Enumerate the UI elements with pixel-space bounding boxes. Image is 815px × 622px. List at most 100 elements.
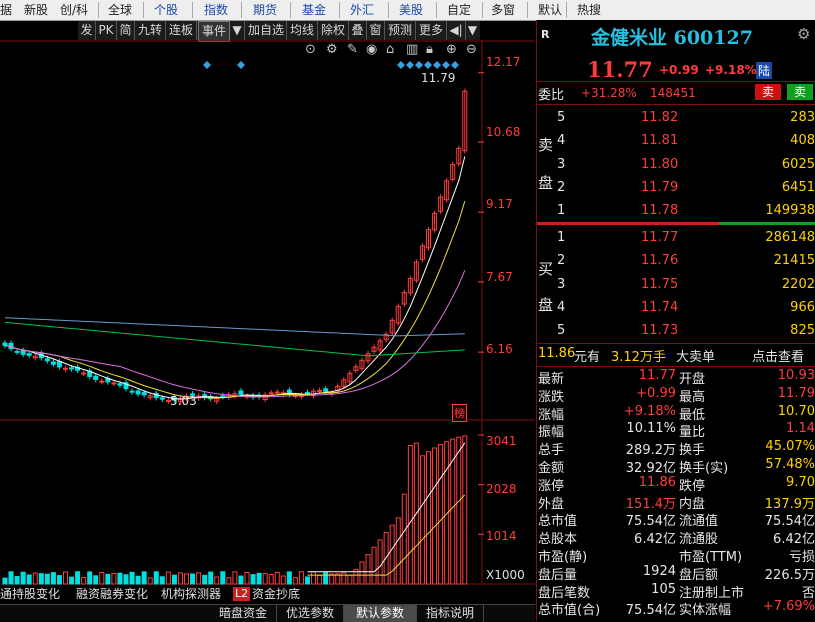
nav-item-chinext[interactable]: 创/科 [60,0,88,20]
bid-level: 1 [557,230,566,245]
ask-price[interactable]: 11.81 [641,133,678,148]
stat-label: 换手 [679,443,706,459]
bigorder-unit: 元有 [574,350,601,365]
volume-bar [250,574,256,585]
volume-bar [286,571,292,585]
tool-forecast[interactable]: 预测 [385,21,416,40]
ask-price[interactable]: 11.78 [641,203,678,218]
stat-value: 9.70 [786,474,815,490]
price-change-pct: +9.18% [705,63,757,77]
candle-body [141,392,147,396]
volume-bar [69,576,75,585]
stat-label: 盘后量 [538,567,578,583]
nav-item-default[interactable]: 默认 [538,0,562,20]
bid-price[interactable]: 11.73 [641,323,678,338]
stat-value: 6.42亿 [634,532,676,548]
ask-bid-ratio-red [537,222,719,225]
tab-shareholding-change[interactable]: 通持股变化 [0,585,60,603]
nav-item-hot-search[interactable]: 热搜 [577,0,601,20]
settings-gear-icon[interactable]: ⚙ [797,25,810,43]
stat-label: 最高 [679,389,706,405]
stat-value: 11.79 [777,385,815,401]
candle-body [274,391,280,394]
tool-window[interactable]: 窗 [367,21,385,40]
event-diamond-icon [433,61,441,69]
tool-simple[interactable]: 简 [117,21,135,40]
nav-item-us-stocks[interactable]: 美股 [399,0,423,20]
nav-item-stock[interactable]: 个股 [154,0,178,20]
volume-bar [26,574,32,585]
tool-limit-up[interactable]: 连板 [166,21,197,40]
volume-bar [214,576,220,585]
nav-item-ipo[interactable]: 新股 [24,0,48,20]
bid-price[interactable]: 11.75 [641,277,678,292]
weibi-value: 148451 [650,86,696,100]
default-params-button[interactable]: 默认参数 [344,605,417,622]
tool-overlay[interactable]: 叠 [349,21,367,40]
bid-volume: 21415 [773,253,815,269]
stat-value: +7.69% [762,599,815,615]
dark-pool-button[interactable]: 暗盘资金 [210,605,277,622]
event-diamond-icon [237,61,245,69]
nav-item-futures[interactable]: 期货 [253,0,277,20]
stat-value: 1924 [642,563,676,579]
nav-item-data[interactable]: 据 [0,0,12,20]
stat-value: 151.4万 [625,496,676,512]
stat-value: +9.18% [623,403,676,419]
tool-moving-avg[interactable]: 均线 [287,21,318,40]
volume-bar [56,575,62,585]
tool-add-watchlist[interactable]: 加自选 [246,21,287,40]
volume-bar [232,571,238,585]
nav-item-custom[interactable]: 自定 [447,0,471,20]
corner-tag[interactable]: 榜 [452,404,467,422]
hk-connect-badge: 陆 [756,62,773,79]
volume-unit-label: X1000 [486,568,525,582]
volume-bar [244,571,250,585]
bid-volume: 286148 [765,230,815,245]
nav-item-index[interactable]: 指数 [204,0,228,20]
tab-bottom-fishing[interactable]: 资金抄底 [252,585,300,603]
tool-more[interactable]: 更多 [416,21,447,40]
nav-item-global[interactable]: 全球 [108,0,132,20]
volume-bar [93,575,99,585]
ask-price[interactable]: 11.82 [641,110,678,125]
bid-price[interactable]: 11.77 [641,230,678,245]
nav-item-forex[interactable]: 外汇 [350,0,374,20]
optimal-params-button[interactable]: 优选参数 [277,605,344,622]
volume-bar [359,561,365,585]
tool-ex-rights[interactable]: 除权 [318,21,349,40]
volume-bar [317,574,323,585]
volume-bar [147,577,153,585]
indicator-help-button[interactable]: 指标说明 [417,605,484,622]
ask-price[interactable]: 11.80 [641,157,678,172]
nav-item-funds[interactable]: 基金 [302,0,326,20]
tab-institution-detector[interactable]: 机构探测器 [161,585,221,603]
ask-price[interactable]: 11.79 [641,180,678,195]
toolbar-menu-icon[interactable]: ▼ [466,21,479,40]
collapse-panel-icon[interactable]: ◀| [447,21,466,40]
tool-nine-turn[interactable]: 九转 [135,21,166,40]
bid-price[interactable]: 11.76 [641,253,678,268]
tool-fa[interactable]: 发 [78,21,96,40]
tab-margin-trading[interactable]: 融资融券变化 [76,585,148,603]
events-dropdown-icon[interactable]: ▼ [230,21,245,40]
volume-bar [14,575,20,585]
tool-pk[interactable]: PK [96,21,117,40]
stat-label: 实体涨幅 [679,603,732,619]
bid-price[interactable]: 11.74 [641,300,678,315]
volume-bar [238,575,244,585]
nav-item-multiwindow[interactable]: 多窗 [491,0,515,20]
tool-events[interactable]: 事件 [198,21,230,42]
candle-body [238,390,244,395]
price-axis-label: 9.17 [486,197,513,211]
panel-tag: R [541,28,550,41]
stat-value: 1.14 [786,421,815,437]
top-nav-bar: 据 新股 创/科 全球 个股 指数 期货 基金 外汇 美股 自定 多窗 默认 热… [0,0,815,21]
kline-chart[interactable] [0,40,535,585]
bigorder-view-link[interactable]: 点击查看 [752,346,804,365]
buy-button[interactable]: 卖 [787,84,813,100]
sell-button[interactable]: 卖 [755,84,781,100]
candle-body [135,390,141,395]
volume-bar [407,445,413,585]
volume-bar [292,577,298,585]
